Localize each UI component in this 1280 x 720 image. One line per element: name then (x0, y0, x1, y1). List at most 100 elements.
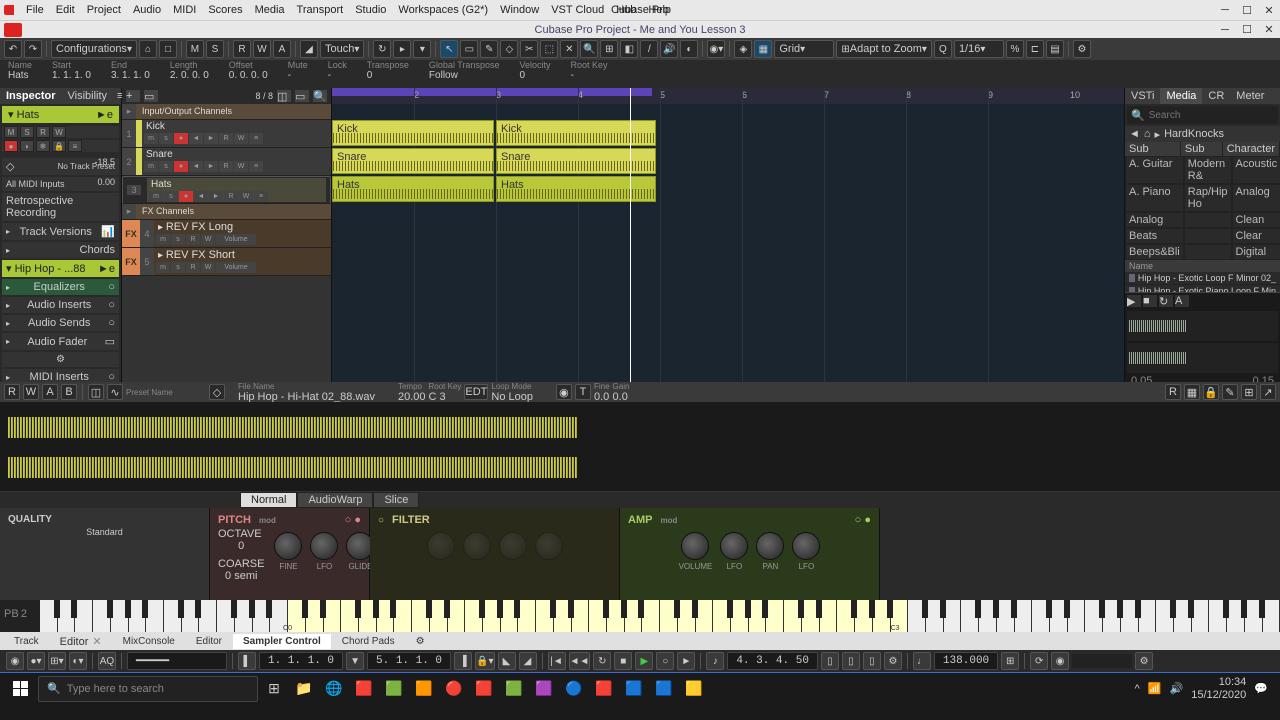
tray-up-icon[interactable]: ^ (1135, 683, 1140, 695)
history-undo-button[interactable]: ↶ (4, 40, 22, 58)
stop-button[interactable]: ■ (614, 652, 632, 670)
keyboard-key[interactable] (518, 600, 536, 632)
menu-vstcloud[interactable]: VST Cloud (545, 2, 610, 18)
quality-value[interactable]: Standard (8, 527, 201, 537)
maximize-button[interactable]: ☐ (1240, 3, 1254, 17)
tab-meter[interactable]: Meter (1230, 88, 1270, 104)
section-equalizers[interactable]: ▸Equalizers○ (2, 279, 119, 295)
tool-b-button[interactable]: ▾ (413, 40, 431, 58)
locator-lock-button[interactable]: 🔒▾ (475, 652, 494, 670)
select-tool[interactable]: ↖ (440, 40, 458, 58)
comp-tool[interactable]: ⊞ (600, 40, 618, 58)
keyboard-key[interactable] (58, 600, 76, 632)
track-kick[interactable]: 1 Kick ms●◄►RW≡ (122, 120, 331, 148)
q-panel-button[interactable]: ▤ (1046, 40, 1064, 58)
info-velocity-value[interactable]: 0 (519, 70, 550, 81)
media-breadcrumb[interactable]: ◄ ⌂ ▸ HardKnocks (1125, 126, 1280, 142)
info-rootkey-value[interactable]: - (571, 70, 608, 81)
marker-3[interactable]: ▯ (863, 652, 881, 670)
category-cell[interactable]: Beats (1125, 228, 1184, 244)
keyboard-key[interactable] (713, 600, 731, 632)
se-tool-button[interactable]: ◫ (88, 384, 104, 400)
clip-snare-2[interactable]: Snare (496, 148, 656, 174)
category-cell[interactable]: Analog (1125, 212, 1184, 228)
click-button[interactable]: ◉ (1051, 652, 1069, 670)
track-filter-button[interactable]: ◫ (277, 90, 291, 102)
se-preset-menu[interactable]: ◇ (209, 384, 225, 400)
warp-tool[interactable]: ◧ (620, 40, 638, 58)
keyboard-key[interactable] (394, 600, 412, 632)
insp-record-button[interactable]: ● (4, 140, 18, 152)
tab-inspector[interactable]: Inspector (0, 88, 62, 104)
waveform-editor[interactable] (0, 402, 1280, 492)
keyboard-key[interactable] (1156, 600, 1174, 632)
transport-rec-mode2[interactable]: ⊞▾ (48, 652, 66, 670)
inspector-retrospective[interactable]: Retrospective Recording (2, 193, 119, 221)
keyboard-key[interactable] (1121, 600, 1139, 632)
knob-volume[interactable] (681, 532, 709, 560)
sampler-tab-normal[interactable]: Normal (240, 492, 297, 508)
knob-amp-lfo2[interactable] (792, 532, 820, 560)
keyboard-key[interactable] (1015, 600, 1033, 632)
insp-solo-button[interactable]: S (20, 126, 34, 138)
record-button[interactable]: ○ (656, 652, 674, 670)
taskbar-app1-icon[interactable]: 🟥 (350, 675, 378, 703)
snap-type-dropdown[interactable]: Grid ▾ (774, 40, 834, 58)
configurations-dropdown[interactable]: Configurations ▾ (51, 40, 137, 58)
taskbar-search[interactable]: 🔍 Type here to search (38, 676, 258, 702)
keyboard-key[interactable] (93, 600, 111, 632)
folder-fx-channels[interactable]: ▸FX Channels (122, 204, 331, 220)
clip-hats-2[interactable]: Hats (496, 176, 656, 202)
autoscroll-button[interactable]: ↻ (373, 40, 391, 58)
keyboard-key[interactable] (501, 600, 519, 632)
taskbar-app2-icon[interactable]: 🟩 (380, 675, 408, 703)
tab-mixconsole[interactable]: MixConsole (113, 634, 185, 649)
keyboard-key[interactable] (625, 600, 643, 632)
go-to-start-button[interactable]: |◄ (548, 652, 566, 670)
keyboard-key[interactable] (926, 600, 944, 632)
info-end-value[interactable]: 3. 1. 1. 0 (111, 70, 150, 81)
keyboard-key[interactable] (377, 600, 395, 632)
se-edt-button[interactable]: EDT (464, 384, 488, 400)
track-search-button[interactable]: 🔍 (313, 90, 327, 102)
keyboard-key[interactable] (217, 600, 235, 632)
category-cell[interactable]: Clean (1232, 212, 1280, 228)
play-button[interactable]: ▶ (635, 652, 653, 670)
section-audio-fader[interactable]: ▸Audio Fader▭ (2, 333, 119, 350)
sig-button[interactable]: ⊞ (1001, 652, 1019, 670)
keyboard-key[interactable] (75, 600, 93, 632)
keyboard-key[interactable] (979, 600, 997, 632)
insp-freeze-button[interactable]: ❄ (36, 140, 50, 152)
info-gtranspose-value[interactable]: Follow (429, 70, 500, 81)
se-sig-button[interactable]: ◉ (556, 384, 572, 400)
file-item[interactable]: Hip Hop - Exotic Piano Loop F Min (1125, 285, 1280, 292)
sampler-tab-audiowarp[interactable]: AudioWarp (297, 492, 373, 508)
se-b-button[interactable]: B (61, 384, 77, 400)
punch-in-button[interactable]: ◣ (498, 652, 516, 670)
keyboard-key[interactable] (660, 600, 678, 632)
keyboard-key[interactable] (483, 600, 501, 632)
tab-track[interactable]: Track (4, 634, 49, 649)
inspector-instrument-preset[interactable]: ▾ Hip Hop - ...88►e (2, 260, 119, 277)
media-search[interactable]: 🔍 (1127, 106, 1278, 124)
knob-filter-4[interactable] (535, 532, 563, 560)
keyboard-key[interactable] (129, 600, 147, 632)
taskbar-cubase-icon[interactable]: 🟥 (590, 675, 618, 703)
preview-loop-button[interactable]: ↻ (1159, 295, 1173, 307)
menu-transport[interactable]: Transport (291, 2, 350, 18)
keyboard-key[interactable] (678, 600, 696, 632)
keyboard-key[interactable] (1032, 600, 1050, 632)
tab-editor-2[interactable]: Editor (186, 634, 232, 649)
time-display[interactable]: 4. 3. 4. 50 (727, 652, 818, 670)
category-cell[interactable]: A. Guitar (1125, 156, 1184, 184)
keyboard-key[interactable] (253, 600, 271, 632)
keyboard-key[interactable] (1085, 600, 1103, 632)
snap-toggle[interactable]: ▦ (754, 40, 772, 58)
menu-project[interactable]: Project (81, 2, 127, 18)
keyboard-key[interactable] (961, 600, 979, 632)
keyboard-key[interactable] (873, 600, 891, 632)
play-cursor[interactable] (630, 88, 631, 382)
keyboard-key[interactable] (341, 600, 359, 632)
keyboard-key[interactable] (749, 600, 767, 632)
tab-cr[interactable]: CR (1202, 88, 1230, 104)
